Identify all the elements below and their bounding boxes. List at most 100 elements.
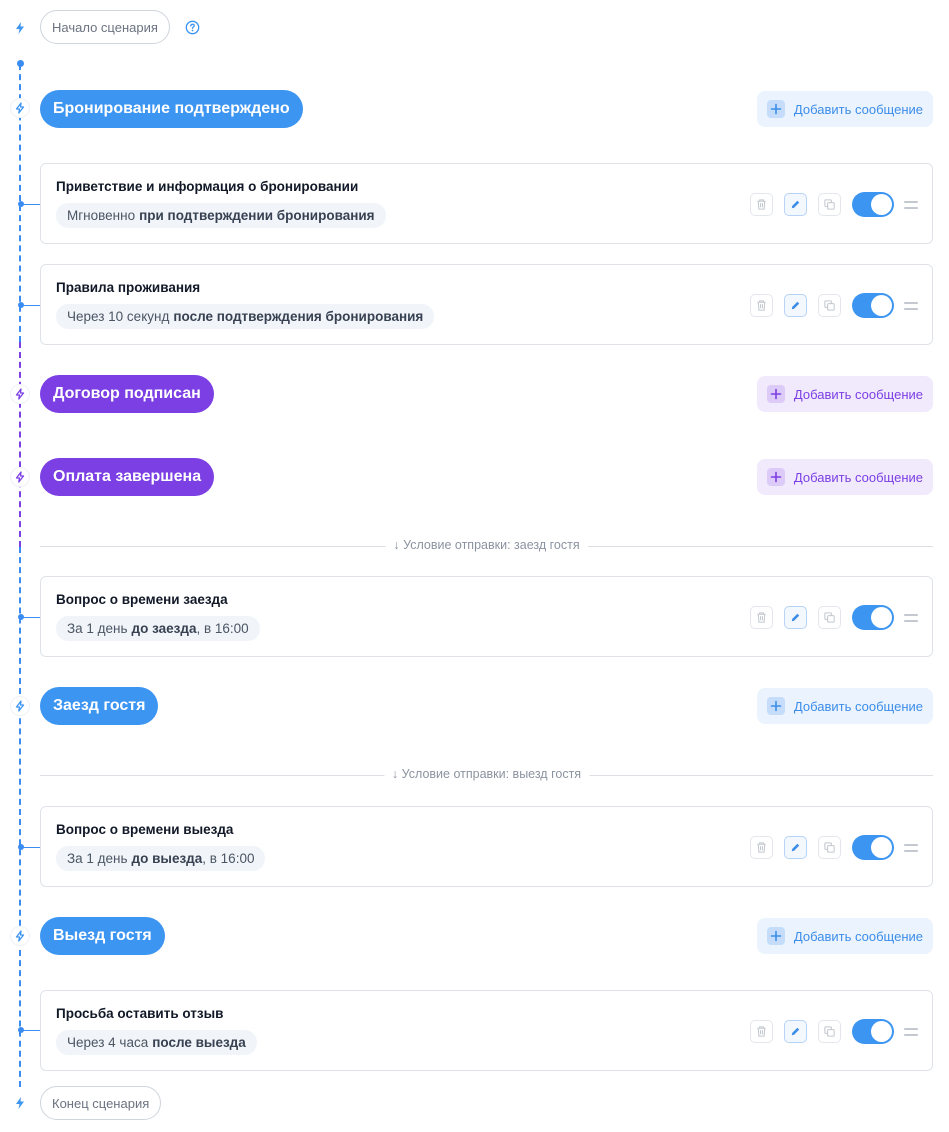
scenario-start-pill: Начало сценария [40,10,170,44]
enable-toggle[interactable] [852,192,894,217]
lightning-icon [16,22,24,34]
message-title: Правила проживания [56,280,201,295]
copy-icon [824,842,835,853]
drag-handle-icon[interactable] [904,200,918,209]
message-schedule: Через 10 секунд после подтверждения брони… [56,304,435,329]
enable-toggle[interactable] [852,605,894,630]
timeline-rail-blue-bottom [19,547,21,1087]
send-condition-label: ↓ Условие отправки: выезд гостя [383,767,590,781]
add-message-button[interactable]: Добавить сообщение [756,918,933,954]
delete-button[interactable] [750,836,773,859]
schedule-event: после выезда [152,1035,246,1050]
duplicate-button[interactable] [818,606,841,629]
drag-handle-icon[interactable] [904,301,918,310]
timeline-connector [20,617,40,618]
toggle-knob [871,295,892,316]
schedule-timing: Мгновенно [67,208,136,223]
lightning-outline-icon [15,102,25,114]
drag-handle-icon[interactable] [904,613,918,622]
edit-button[interactable] [784,606,807,629]
message-card[interactable]: Вопрос о времени заезда За 1 день до заез… [40,576,933,657]
event-node [10,384,30,404]
edit-button[interactable] [784,193,807,216]
pencil-icon [791,200,800,209]
delete-button[interactable] [750,193,773,216]
edit-button[interactable] [784,294,807,317]
message-schedule: Через 4 часа после выезда [56,1030,257,1055]
lightning-outline-icon [15,388,25,400]
delete-button[interactable] [750,294,773,317]
plus-icon [766,385,785,403]
add-message-button[interactable]: Добавить сообщение [756,91,933,127]
schedule-event: до заезда [131,621,197,636]
schedule-timing: За 1 день [67,851,128,866]
message-actions [750,1019,918,1044]
delete-button[interactable] [750,606,773,629]
scenario-start-node [10,18,30,38]
schedule-event: после подтверждения бронирования [173,309,424,324]
message-card[interactable]: Приветствие и информация о бронировании … [40,163,933,244]
schedule-timing: За 1 день [67,621,128,636]
plus-icon [766,697,785,715]
lightning-outline-icon [15,471,25,483]
duplicate-button[interactable] [818,836,841,859]
send-condition-divider: ↓ Условие отправки: заезд гостя [40,538,933,552]
copy-icon [824,1026,835,1037]
message-schedule: За 1 день до выезда, в 16:00 [56,846,266,871]
timeline-connector [20,204,40,205]
trash-icon [757,612,766,623]
event-node [10,926,30,946]
scenario-end-pill: Конец сценария [40,1086,162,1120]
duplicate-button[interactable] [818,1020,841,1043]
drag-handle-icon[interactable] [904,1027,918,1036]
enable-toggle[interactable] [852,293,894,318]
copy-icon [824,300,835,311]
event-node [10,98,30,118]
question-circle-icon[interactable] [185,20,200,35]
event-guest-check-in: Заезд гостя [40,687,159,725]
timeline-connector [20,305,40,306]
schedule-timing: Через 4 часа [67,1035,149,1050]
toggle-knob [871,194,892,215]
event-guest-check-out: Выезд гостя [40,917,165,955]
trash-icon [757,842,766,853]
add-message-label: Добавить сообщение [793,386,923,402]
lightning-outline-icon [15,930,25,942]
schedule-timing: Через 10 секунд [67,309,170,324]
message-card[interactable]: Правила проживания Через 10 секунд после … [40,264,933,345]
message-title: Вопрос о времени заезда [56,592,228,607]
trash-icon [757,199,766,210]
event-booking-confirmed: Бронирование подтверждено [40,90,303,128]
toggle-knob [871,1021,892,1042]
duplicate-button[interactable] [818,294,841,317]
message-actions [750,835,918,860]
plus-icon [766,468,785,486]
add-message-label: Добавить сообщение [793,928,923,944]
message-card[interactable]: Вопрос о времени выезда За 1 день до выез… [40,806,933,887]
timeline-rail-purple [19,342,21,547]
timeline-connector [20,847,40,848]
message-card[interactable]: Просьба оставить отзыв Через 4 часа после… [40,990,933,1071]
event-contract-signed: Договор подписан [40,375,214,413]
message-actions [750,192,918,217]
add-message-label: Добавить сообщение [793,469,923,485]
enable-toggle[interactable] [852,835,894,860]
add-message-button[interactable]: Добавить сообщение [756,688,933,724]
duplicate-button[interactable] [818,193,841,216]
drag-handle-icon[interactable] [904,843,918,852]
message-title: Приветствие и информация о бронировании [56,179,359,194]
edit-button[interactable] [784,1020,807,1043]
add-message-label: Добавить сообщение [793,101,923,117]
add-message-button[interactable]: Добавить сообщение [756,376,933,412]
enable-toggle[interactable] [852,1019,894,1044]
message-actions [750,293,918,318]
add-message-button[interactable]: Добавить сообщение [756,459,933,495]
event-payment-completed: Оплата завершена [40,458,215,496]
trash-icon [757,300,766,311]
event-node [10,696,30,716]
scenario-end-node [10,1093,30,1113]
delete-button[interactable] [750,1020,773,1043]
edit-button[interactable] [784,836,807,859]
message-title: Просьба оставить отзыв [56,1006,224,1021]
message-actions [750,605,918,630]
